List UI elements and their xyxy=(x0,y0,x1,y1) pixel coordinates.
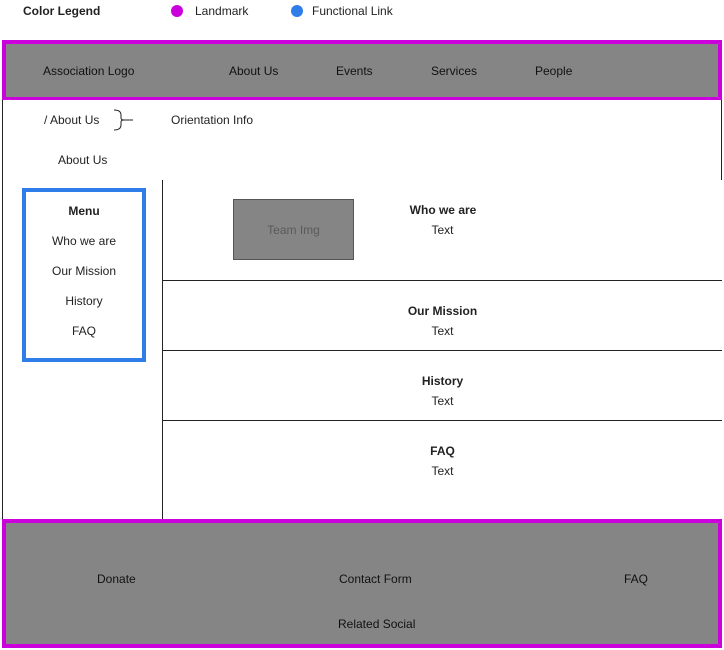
section-title: FAQ xyxy=(430,444,455,458)
footer-faq-link[interactable]: FAQ xyxy=(624,572,648,586)
nav-people[interactable]: People xyxy=(535,44,572,97)
breadcrumb: / About Us Orientation Info xyxy=(2,100,722,141)
breadcrumb-path[interactable]: / About Us xyxy=(44,113,99,127)
page-title: About Us xyxy=(58,153,108,167)
sidebar: Menu Who we are Our Mission History FAQ xyxy=(3,180,163,521)
functional-link-legend-swatch xyxy=(291,5,303,17)
section-faq: FAQ Text xyxy=(163,421,722,521)
section-our-mission: Our Mission Text xyxy=(163,281,722,351)
menu-item-faq[interactable]: FAQ xyxy=(26,324,142,338)
menu-item-history[interactable]: History xyxy=(26,294,142,308)
landmark-legend-swatch xyxy=(171,5,183,17)
header-landmark: Association Logo About Us Events Service… xyxy=(2,40,722,101)
page-title-row: About Us xyxy=(2,140,722,181)
section-text: Text xyxy=(431,464,454,478)
section-title: Our Mission xyxy=(407,304,478,318)
related-social-link[interactable]: Related Social xyxy=(338,617,415,631)
section-title: History xyxy=(421,374,464,388)
section-title: Who we are xyxy=(163,203,723,217)
curly-brace-icon xyxy=(113,109,133,131)
footer-landmark: Donate Contact Form FAQ Related Social xyxy=(2,519,722,648)
menu-item-who-we-are[interactable]: Who we are xyxy=(26,234,142,248)
nav-about-us[interactable]: About Us xyxy=(229,44,278,97)
contact-form-link[interactable]: Contact Form xyxy=(339,572,412,586)
landmark-legend-label: Landmark xyxy=(195,4,249,18)
side-menu: Menu Who we are Our Mission History FAQ xyxy=(22,188,146,362)
donate-link[interactable]: Donate xyxy=(97,572,136,586)
orientation-info: Orientation Info xyxy=(171,113,254,127)
section-title-text: Who we are xyxy=(409,203,477,217)
menu-heading: Menu xyxy=(68,204,100,218)
main-content: Menu Who we are Our Mission History FAQ … xyxy=(2,180,722,522)
section-text: Text xyxy=(431,324,454,338)
menu-item-our-mission[interactable]: Our Mission xyxy=(26,264,142,278)
functional-link-legend-label: Functional Link xyxy=(312,4,393,18)
nav-services[interactable]: Services xyxy=(431,44,477,97)
association-logo[interactable]: Association Logo xyxy=(43,44,134,97)
section-who-we-are: Team Img Who we are Text xyxy=(163,180,722,281)
section-text: Text xyxy=(431,394,454,408)
nav-events[interactable]: Events xyxy=(336,44,373,97)
legend-title: Color Legend xyxy=(23,4,101,18)
section-text: Text xyxy=(431,223,454,237)
section-history: History Text xyxy=(163,351,722,421)
